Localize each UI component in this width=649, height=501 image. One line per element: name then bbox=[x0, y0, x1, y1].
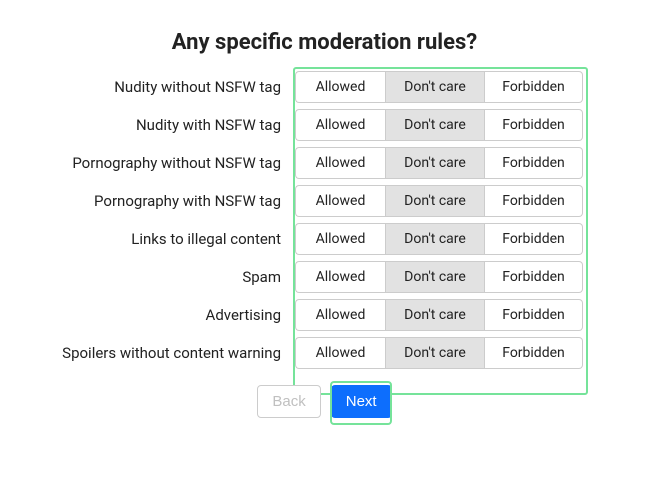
rule-row: Nudity without NSFW tagAllowedDon't care… bbox=[50, 71, 599, 103]
option-dontcare[interactable]: Don't care bbox=[385, 185, 485, 217]
rule-label: Pornography without NSFW tag bbox=[50, 154, 295, 172]
rule-options: AllowedDon't careForbidden bbox=[295, 185, 583, 217]
rule-options: AllowedDon't careForbidden bbox=[295, 299, 583, 331]
rule-options: AllowedDon't careForbidden bbox=[295, 223, 583, 255]
rule-label: Pornography with NSFW tag bbox=[50, 192, 295, 210]
option-dontcare[interactable]: Don't care bbox=[385, 261, 485, 293]
footer-nav: Back Next bbox=[50, 385, 599, 418]
option-allowed[interactable]: Allowed bbox=[295, 299, 385, 331]
rule-options: AllowedDon't careForbidden bbox=[295, 71, 583, 103]
rule-options: AllowedDon't careForbidden bbox=[295, 337, 583, 369]
rule-options: AllowedDon't careForbidden bbox=[295, 147, 583, 179]
rule-options: AllowedDon't careForbidden bbox=[295, 261, 583, 293]
option-dontcare[interactable]: Don't care bbox=[385, 337, 485, 369]
option-forbidden[interactable]: Forbidden bbox=[485, 337, 583, 369]
option-forbidden[interactable]: Forbidden bbox=[485, 261, 583, 293]
rule-label: Nudity with NSFW tag bbox=[50, 116, 295, 134]
option-allowed[interactable]: Allowed bbox=[295, 261, 385, 293]
option-forbidden[interactable]: Forbidden bbox=[485, 147, 583, 179]
option-forbidden[interactable]: Forbidden bbox=[485, 299, 583, 331]
option-dontcare[interactable]: Don't care bbox=[385, 299, 485, 331]
rule-label: Nudity without NSFW tag bbox=[50, 78, 295, 96]
rule-label: Spam bbox=[50, 268, 295, 286]
option-forbidden[interactable]: Forbidden bbox=[485, 109, 583, 141]
option-allowed[interactable]: Allowed bbox=[295, 185, 385, 217]
option-dontcare[interactable]: Don't care bbox=[385, 223, 485, 255]
option-allowed[interactable]: Allowed bbox=[295, 223, 385, 255]
rule-label: Spoilers without content warning bbox=[50, 344, 295, 362]
page-title: Any specific moderation rules? bbox=[50, 30, 599, 55]
option-forbidden[interactable]: Forbidden bbox=[485, 71, 583, 103]
option-allowed[interactable]: Allowed bbox=[295, 147, 385, 179]
option-forbidden[interactable]: Forbidden bbox=[485, 223, 583, 255]
option-allowed[interactable]: Allowed bbox=[295, 109, 385, 141]
rule-row: Links to illegal contentAllowedDon't car… bbox=[50, 223, 599, 255]
option-allowed[interactable]: Allowed bbox=[295, 71, 385, 103]
rule-row: Pornography with NSFW tagAllowedDon't ca… bbox=[50, 185, 599, 217]
rule-row: Nudity with NSFW tagAllowedDon't careFor… bbox=[50, 109, 599, 141]
rule-row: AdvertisingAllowedDon't careForbidden bbox=[50, 299, 599, 331]
option-allowed[interactable]: Allowed bbox=[295, 337, 385, 369]
option-dontcare[interactable]: Don't care bbox=[385, 109, 485, 141]
rule-row: Pornography without NSFW tagAllowedDon't… bbox=[50, 147, 599, 179]
option-dontcare[interactable]: Don't care bbox=[385, 71, 485, 103]
moderation-rules-form: Nudity without NSFW tagAllowedDon't care… bbox=[50, 71, 599, 369]
rule-label: Links to illegal content bbox=[50, 230, 295, 248]
rule-row: Spoilers without content warningAllowedD… bbox=[50, 337, 599, 369]
rule-row: SpamAllowedDon't careForbidden bbox=[50, 261, 599, 293]
option-dontcare[interactable]: Don't care bbox=[385, 147, 485, 179]
option-forbidden[interactable]: Forbidden bbox=[485, 185, 583, 217]
rule-label: Advertising bbox=[50, 306, 295, 324]
next-button[interactable]: Next bbox=[331, 385, 392, 418]
rule-options: AllowedDon't careForbidden bbox=[295, 109, 583, 141]
back-button[interactable]: Back bbox=[257, 385, 320, 418]
